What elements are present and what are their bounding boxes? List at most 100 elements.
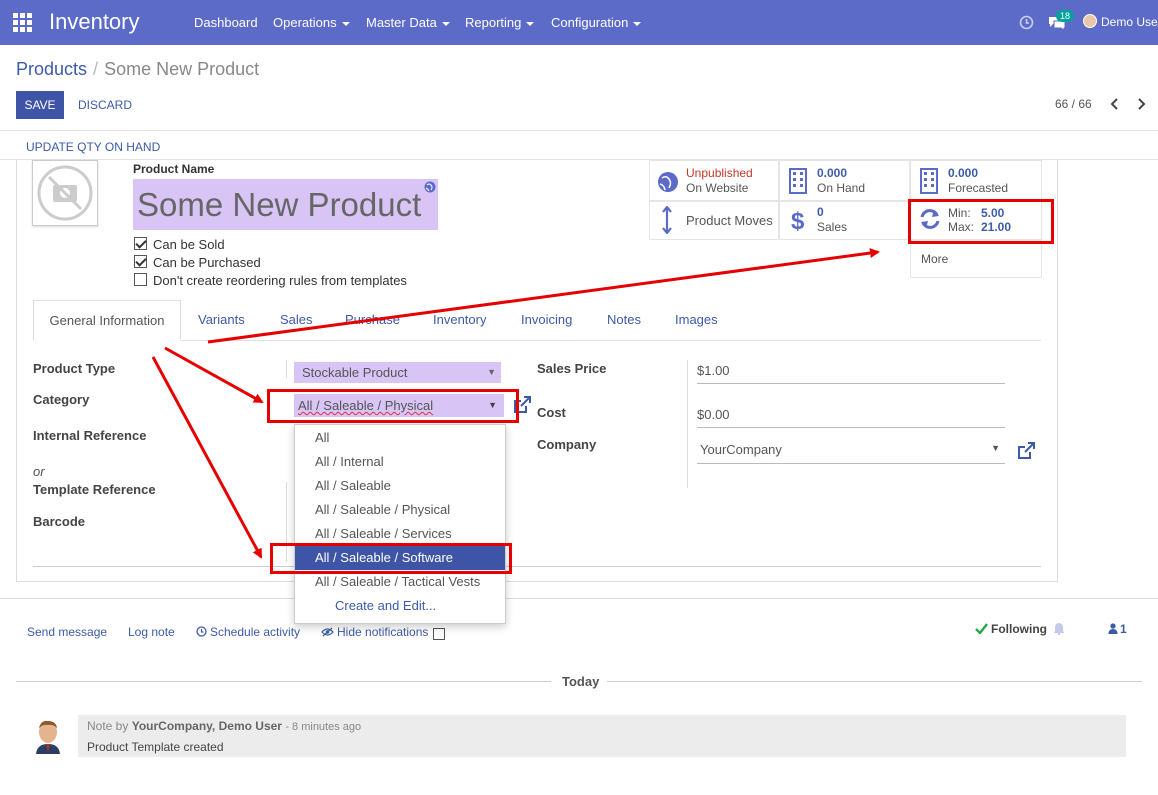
dropdown-arrow-icon: ▼ xyxy=(488,400,497,410)
product-type-label: Product Type xyxy=(33,361,116,376)
field-separator xyxy=(687,360,688,488)
min-label: Min: xyxy=(948,206,971,220)
tab-notes[interactable]: Notes xyxy=(607,312,641,327)
menu-master-data[interactable]: Master Data xyxy=(366,15,450,30)
discard-button[interactable]: DISCARD xyxy=(78,98,132,112)
note-author[interactable]: YourCompany, Demo User xyxy=(132,719,282,733)
apps-grid-icon[interactable] xyxy=(13,13,32,32)
divider xyxy=(0,598,1158,599)
menu-configuration[interactable]: Configuration xyxy=(551,15,642,30)
category-option[interactable]: All / Saleable / Physical xyxy=(295,498,505,522)
product-image[interactable] xyxy=(32,160,98,226)
clock-icon[interactable] xyxy=(1019,15,1034,30)
following-button[interactable]: Following xyxy=(991,622,1047,636)
note-body: Product Template created xyxy=(87,740,224,754)
can-be-sold-checkbox[interactable] xyxy=(134,237,147,250)
breadcrumb-products[interactable]: Products xyxy=(16,59,87,79)
sales-price-input[interactable]: $1.00 xyxy=(697,363,1005,384)
company-label: Company xyxy=(537,437,597,452)
globe-icon[interactable] xyxy=(424,181,436,193)
category-value: All / Saleable / Physical xyxy=(298,398,434,413)
bell-icon[interactable] xyxy=(1053,622,1065,635)
category-option[interactable]: All / Saleable / Services xyxy=(295,522,505,546)
max-label: Max: xyxy=(948,220,975,234)
create-and-edit-option[interactable]: Create and Edit... xyxy=(295,594,505,618)
menu-reporting-label: Reporting xyxy=(465,15,522,30)
hide-notifications-button[interactable]: Hide notifications xyxy=(337,625,428,639)
cost-input[interactable]: $0.00 xyxy=(697,407,1005,428)
sales-label: Sales xyxy=(817,220,848,234)
tab-general-information[interactable]: General Information xyxy=(33,300,181,341)
no-reorder-rules-checkbox[interactable] xyxy=(134,273,147,286)
category-option[interactable]: All / Saleable / Tactical Vests xyxy=(295,570,505,594)
menu-operations[interactable]: Operations xyxy=(273,15,350,30)
category-option[interactable]: All / Saleable xyxy=(295,474,505,498)
clock-icon xyxy=(196,626,207,637)
send-message-button[interactable]: Send message xyxy=(27,625,107,639)
chevron-left-icon[interactable] xyxy=(1110,98,1120,110)
caret-down-icon xyxy=(526,21,535,26)
app-title[interactable]: Inventory xyxy=(49,9,140,35)
breadcrumb: Products / Some New Product xyxy=(16,59,259,80)
tab-inventory[interactable]: Inventory xyxy=(433,312,486,327)
user-avatar[interactable] xyxy=(1083,14,1097,28)
category-dropdown: All All / Internal All / Saleable All / … xyxy=(294,424,506,624)
followers-count[interactable]: 1 xyxy=(1120,622,1127,636)
log-note-button[interactable]: Log note xyxy=(128,625,175,639)
company-select[interactable]: YourCompany ▼ xyxy=(697,442,1005,464)
divider xyxy=(607,681,1142,682)
menu-dashboard[interactable]: Dashboard xyxy=(194,15,258,30)
note-header: Note by YourCompany, Demo User - 8 minut… xyxy=(87,719,361,733)
product-name-input[interactable]: Some New Product xyxy=(133,179,438,230)
menu-configuration-label: Configuration xyxy=(551,15,629,30)
breadcrumb-separator: / xyxy=(93,59,99,79)
pager-value: 66 / 66 xyxy=(1055,97,1092,111)
tab-invoicing[interactable]: Invoicing xyxy=(521,312,572,327)
schedule-activity-button[interactable]: Schedule activity xyxy=(210,625,300,639)
category-label: Category xyxy=(33,392,90,407)
product-name-label: Product Name xyxy=(133,162,215,176)
date-separator: Today xyxy=(562,674,600,689)
save-button[interactable]: SAVE xyxy=(16,91,64,119)
chevron-right-icon[interactable] xyxy=(1136,98,1146,110)
building-icon xyxy=(920,168,938,194)
cost-label: Cost xyxy=(537,405,566,420)
product-type-select[interactable]: Stockable Product ▼ xyxy=(294,362,501,383)
external-link-icon[interactable] xyxy=(1017,441,1036,460)
field-separator xyxy=(286,482,287,562)
category-select[interactable]: All / Saleable / Physical ▼ xyxy=(294,394,504,417)
can-be-sold-label: Can be Sold xyxy=(153,237,225,252)
hide-notifications-checkbox[interactable] xyxy=(433,628,445,640)
check-icon xyxy=(975,623,988,634)
update-qty-button[interactable]: UPDATE QTY ON HAND xyxy=(26,140,160,154)
internal-reference-label: Internal Reference xyxy=(33,428,147,443)
on-hand-value: 0.000 xyxy=(817,166,848,180)
building-icon xyxy=(789,168,807,194)
tab-sales[interactable]: Sales xyxy=(280,312,313,327)
caret-down-icon xyxy=(633,21,642,26)
tab-images[interactable]: Images xyxy=(675,312,718,327)
tab-variants[interactable]: Variants xyxy=(198,312,245,327)
message-count-badge: 18 xyxy=(1056,10,1075,22)
menu-reporting[interactable]: Reporting xyxy=(465,15,535,30)
company-value: YourCompany xyxy=(700,442,782,457)
eye-slash-icon xyxy=(321,627,334,637)
author-avatar[interactable] xyxy=(33,718,63,754)
external-link-icon[interactable] xyxy=(513,395,532,414)
category-option[interactable]: All xyxy=(295,426,505,450)
tab-purchase[interactable]: Purchase xyxy=(345,312,400,327)
forecasted-label: Forecasted xyxy=(948,181,1009,195)
tabs-baseline xyxy=(33,340,1041,341)
dollar-icon: $ xyxy=(791,208,805,233)
globe-icon xyxy=(658,172,678,192)
on-hand-label: On Hand xyxy=(817,181,866,195)
sales-price-label: Sales Price xyxy=(537,361,607,376)
category-option-selected[interactable]: All / Saleable / Software xyxy=(295,546,505,570)
note-time: - 8 minutes ago xyxy=(285,721,362,733)
category-option[interactable]: All / Internal xyxy=(295,450,505,474)
user-menu[interactable]: Demo User xyxy=(1101,15,1158,29)
user-icon xyxy=(1108,623,1118,634)
can-be-purchased-checkbox[interactable] xyxy=(134,255,147,268)
dropdown-arrow-icon: ▼ xyxy=(991,443,1000,453)
divider xyxy=(33,566,1041,567)
